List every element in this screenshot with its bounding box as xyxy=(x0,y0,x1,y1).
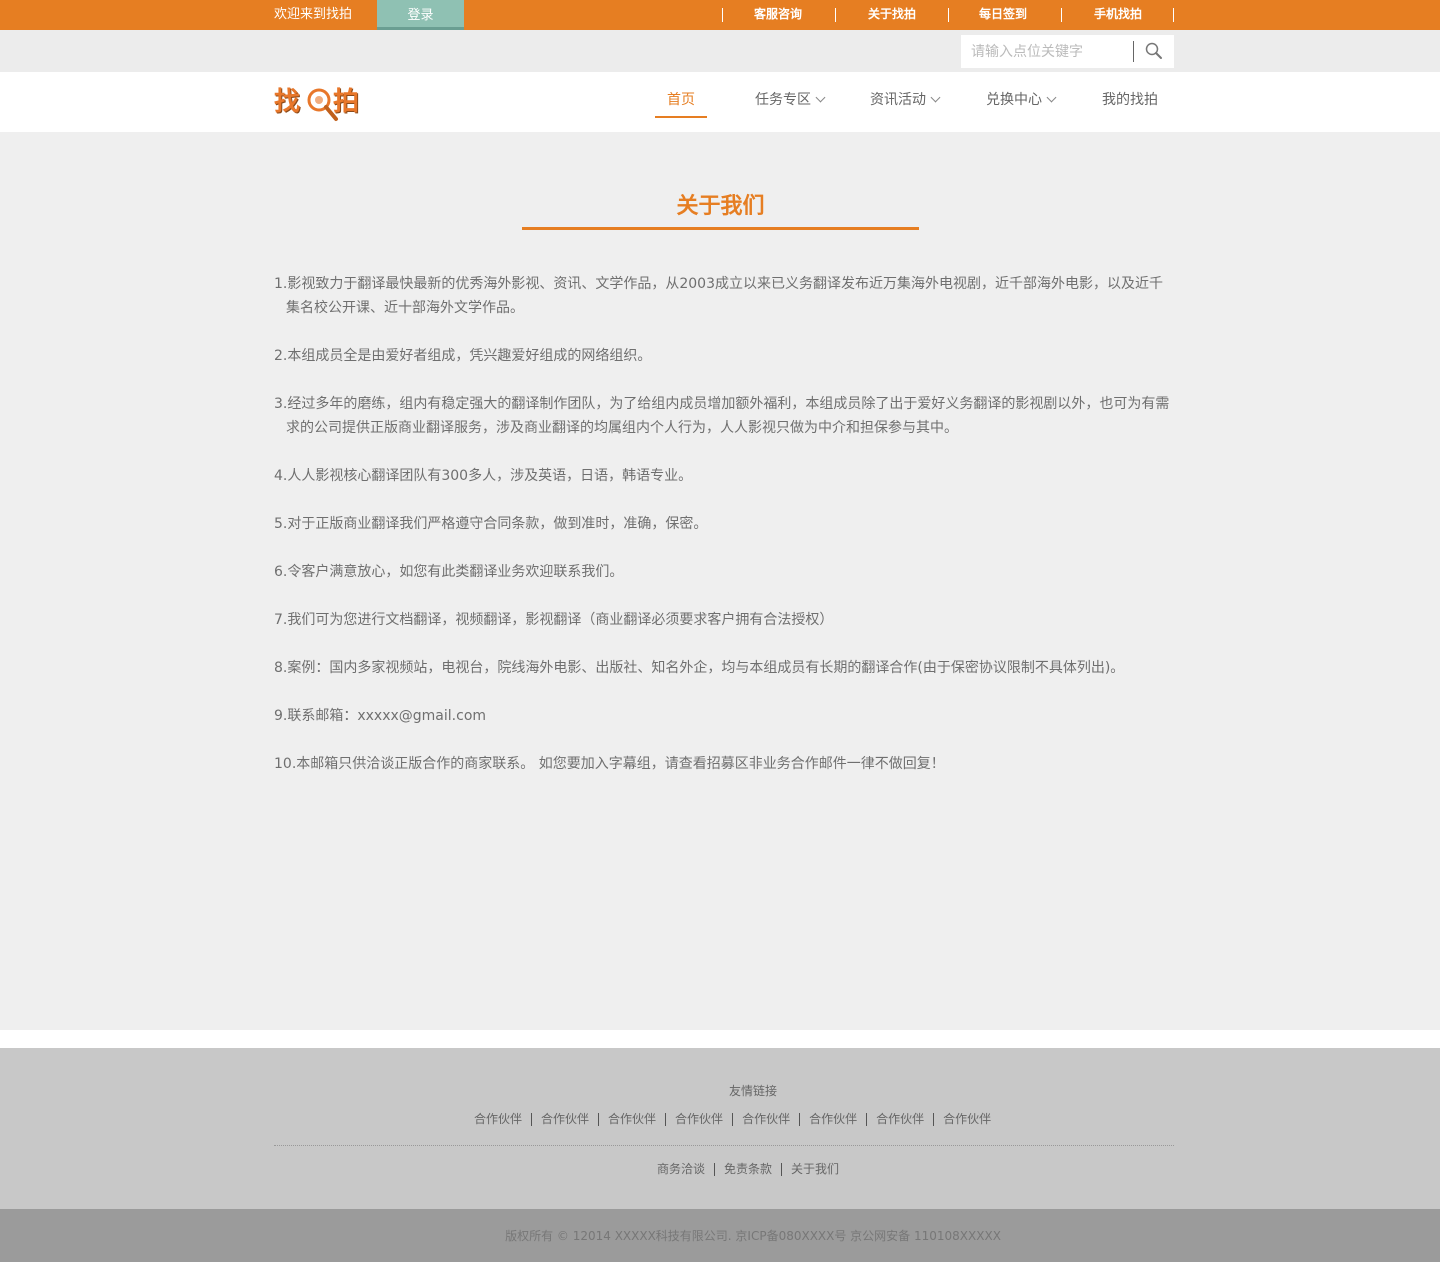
nav-my-account-label: 我的找拍 xyxy=(1102,92,1158,108)
nav-exchange-label: 兑换中心 xyxy=(986,92,1042,108)
svg-text:找: 找 xyxy=(274,87,300,117)
footer-link-about[interactable]: 关于我们 xyxy=(782,1160,848,1177)
footer xyxy=(0,1048,1440,1209)
search-button[interactable] xyxy=(1134,35,1174,68)
paragraph: 3.经过多年的磨练，组内有稳定强大的翻译制作团队，为了给组内成员增加额外福利，本… xyxy=(274,396,1170,436)
chevron-down-icon xyxy=(930,92,941,103)
nav-tasks-label: 任务专区 xyxy=(755,92,811,108)
magnifier-icon xyxy=(307,88,338,121)
chevron-down-icon xyxy=(1046,92,1057,103)
friend-link[interactable]: 合作伙伴 xyxy=(599,1110,665,1127)
friend-link[interactable]: 合作伙伴 xyxy=(733,1110,799,1127)
paragraph: 10.本邮箱只供洽谈正版合作的商家联系。 如您要加入字幕组，请查看招募区非业务合… xyxy=(274,756,945,772)
svg-text:拍: 拍 xyxy=(333,87,359,117)
main-nav xyxy=(0,72,1440,132)
paragraph: 7.我们可为您进行文档翻译，视频翻译，影视翻译（商业翻译必须要求客户拥有合法授权… xyxy=(274,612,834,628)
welcome-text: 欢迎来到找拍 xyxy=(274,7,353,22)
nav-news-label: 资讯活动 xyxy=(870,92,926,108)
paragraph: 8.案例：国内多家视频站，电视台，院线海外电影、出版社、知名外企，均与本组成员有… xyxy=(274,660,1125,676)
top-link-daily-checkin[interactable]: 每日签到 xyxy=(947,0,1059,30)
login-button[interactable]: 登录 xyxy=(377,0,464,31)
about-content: 1.影视致力于翻译最快最新的优秀海外影视、资讯、文学作品，从2003成立以来已义… xyxy=(274,272,1174,800)
paragraph: 6.令客户满意放心，如您有此类翻译业务欢迎联系我们。 xyxy=(274,564,624,580)
page-title: 关于我们 xyxy=(676,194,765,219)
title-underline xyxy=(522,227,919,230)
logo[interactable]: 找 找 拍 拍 xyxy=(274,82,374,126)
search-strip xyxy=(0,30,1440,72)
nav-active-indicator xyxy=(655,116,707,118)
top-bar xyxy=(0,0,1440,30)
paragraph: 2.本组成员全是由爱好者组成，凭兴趣爱好组成的网络组织。 xyxy=(274,348,652,364)
paragraph: 5.对于正版商业翻译我们严格遵守合同条款，做到准时，准确，保密。 xyxy=(274,516,708,532)
search-input[interactable] xyxy=(961,35,1133,68)
footer-divider xyxy=(274,1145,1174,1146)
nav-my-account[interactable]: 我的找拍 xyxy=(1102,72,1158,118)
friend-links-title: 友情链接 xyxy=(728,1084,777,1098)
footer-link-business[interactable]: 商务洽谈 xyxy=(648,1160,714,1177)
divider xyxy=(1173,8,1174,22)
paragraph: 9.联系邮箱：xxxxx@gmail.com xyxy=(274,708,487,724)
friend-link[interactable]: 合作伙伴 xyxy=(800,1110,866,1127)
top-link-customer-service[interactable]: 客服咨询 xyxy=(722,0,834,30)
nav-news[interactable]: 资讯活动 xyxy=(870,72,941,118)
friend-link[interactable]: 合作伙伴 xyxy=(532,1110,598,1127)
nav-exchange[interactable]: 兑换中心 xyxy=(986,72,1057,118)
footer-gap xyxy=(0,1030,1440,1048)
chevron-down-icon xyxy=(815,92,826,103)
friend-link[interactable]: 合作伙伴 xyxy=(934,1110,1000,1127)
friend-link[interactable]: 合作伙伴 xyxy=(465,1110,531,1127)
friend-link[interactable]: 合作伙伴 xyxy=(867,1110,933,1127)
top-link-about[interactable]: 关于找拍 xyxy=(836,0,948,30)
paragraph: 1.影视致力于翻译最快最新的优秀海外影视、资讯、文学作品，从2003成立以来已义… xyxy=(274,276,1163,316)
copyright-text: 版权所有 © 12014 XXXXX科技有限公司. 京ICP备080XXXX号 … xyxy=(505,1229,1001,1243)
nav-tasks[interactable]: 任务专区 xyxy=(755,72,826,118)
friend-link[interactable]: 合作伙伴 xyxy=(666,1110,732,1127)
nav-home[interactable]: 首页 xyxy=(667,72,695,118)
top-link-mobile[interactable]: 手机找拍 xyxy=(1062,0,1174,30)
footer-links: 商务洽谈 免责条款 关于我们 xyxy=(648,1160,848,1177)
nav-home-label: 首页 xyxy=(667,92,695,108)
paragraph: 4.人人影视核心翻译团队有300多人，涉及英语，日语，韩语专业。 xyxy=(274,468,693,484)
footer-link-disclaimer[interactable]: 免责条款 xyxy=(715,1160,781,1177)
friend-links: 合作伙伴 合作伙伴 合作伙伴 合作伙伴 合作伙伴 合作伙伴 合作伙伴 合作伙伴 xyxy=(465,1110,1000,1128)
search-icon xyxy=(1145,42,1162,59)
